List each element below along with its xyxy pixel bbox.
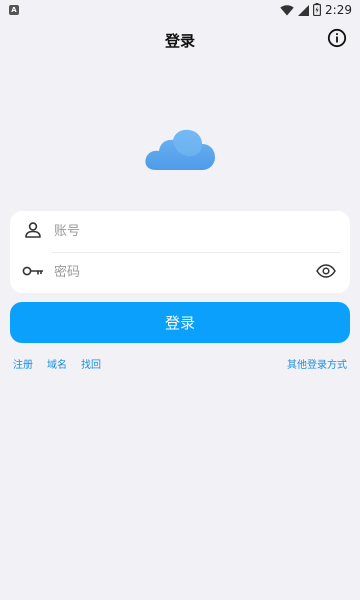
password-row [10, 252, 350, 293]
row-icon-wrap [10, 221, 54, 243]
eye-icon [316, 263, 336, 282]
status-right: 2:29 [280, 1, 352, 20]
account-row [10, 211, 350, 252]
login-links: 注册 域名 找回 其他登录方式 [13, 355, 347, 371]
app-bar: 登录 [0, 22, 360, 58]
register-link[interactable]: 注册 [13, 356, 33, 371]
login-form-card [10, 211, 350, 293]
toggle-password-visibility[interactable] [308, 258, 344, 288]
notification-icon: A [9, 5, 19, 15]
status-time: 2:29 [325, 3, 352, 17]
recover-link[interactable]: 找回 [81, 356, 101, 371]
status-left: A [9, 5, 19, 15]
other-login-methods-link[interactable]: 其他登录方式 [287, 356, 347, 371]
key-icon [22, 263, 44, 282]
row-icon-wrap [10, 263, 54, 282]
login-button[interactable]: 登录 [10, 302, 350, 343]
info-button[interactable] [326, 28, 348, 52]
battery-icon [313, 1, 322, 20]
password-input[interactable] [54, 257, 308, 288]
signal-icon [298, 1, 310, 20]
cloud-icon [142, 129, 218, 176]
logo [142, 126, 218, 172]
wifi-icon [280, 1, 294, 20]
page-title: 登录 [164, 32, 195, 50]
info-icon [327, 28, 347, 52]
person-icon [24, 221, 42, 243]
status-bar: A 2:29 [0, 0, 360, 20]
domain-link[interactable]: 域名 [47, 356, 67, 371]
account-input[interactable] [54, 216, 350, 247]
